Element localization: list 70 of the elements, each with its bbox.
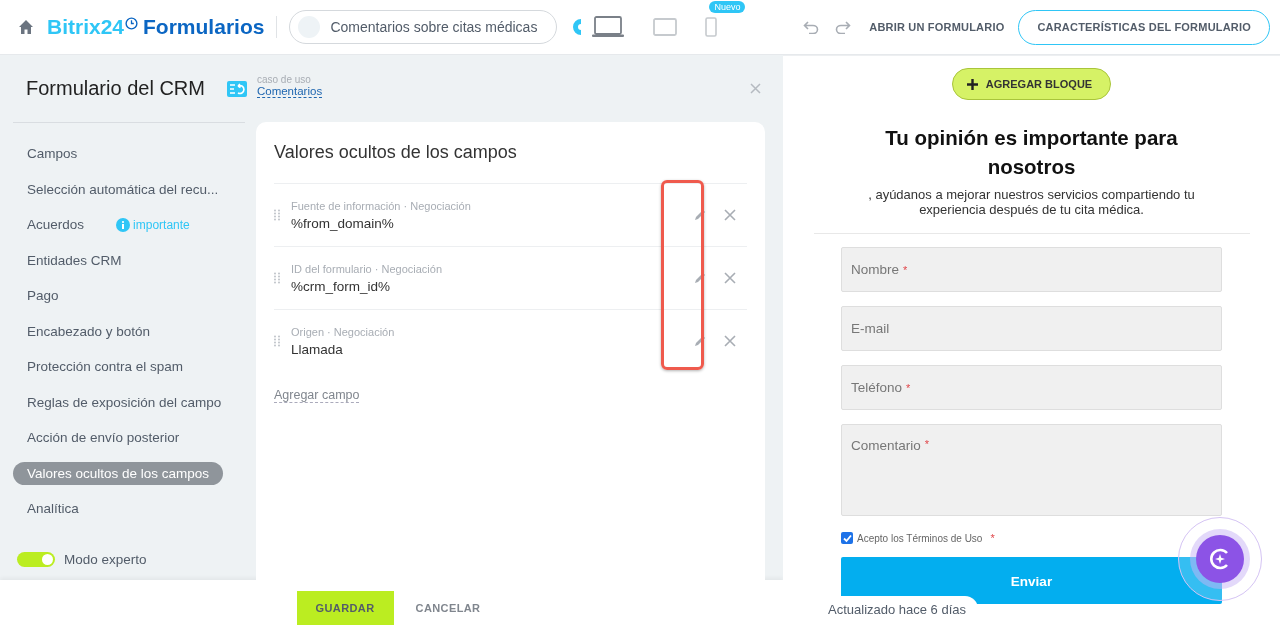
terms-checkbox[interactable] bbox=[841, 532, 853, 544]
new-badge: Nuevo bbox=[709, 1, 746, 13]
field-value: Llamada bbox=[291, 341, 344, 357]
panel-title: Formulario del CRM bbox=[26, 77, 205, 100]
required-mark: * bbox=[906, 381, 911, 394]
edit-button[interactable] bbox=[693, 271, 707, 285]
remove-button[interactable] bbox=[723, 208, 737, 222]
add-field-link[interactable]: Agregar campo bbox=[274, 388, 360, 403]
tablet-icon bbox=[653, 18, 678, 36]
device-button[interactable] bbox=[591, 16, 626, 38]
laptop-icon bbox=[591, 16, 626, 38]
field-placeholder: Teléfono bbox=[851, 380, 903, 395]
add-block-button[interactable]: AGREGAR BLOQUE bbox=[951, 68, 1112, 100]
sidebar-item[interactable]: Acción de envío posterior bbox=[13, 426, 194, 450]
sidebar-item[interactable]: Entidades CRM bbox=[13, 248, 136, 272]
input-field[interactable]: E-mail bbox=[841, 306, 1222, 351]
product-name: Formularios bbox=[143, 15, 265, 39]
field-label: ID del formulario · Negociación bbox=[291, 262, 443, 275]
edit-button[interactable] bbox=[693, 334, 707, 348]
sidebar-item[interactable]: Reglas de exposición del campo bbox=[13, 390, 236, 414]
form-features-button[interactable]: CARACTERÍSTICAS DEL FORMULARIO bbox=[1018, 9, 1270, 45]
card-title: Valores ocultos de los campos bbox=[274, 142, 518, 163]
sidebar-item[interactable]: Encabezado y botón bbox=[13, 319, 165, 343]
use-case-link[interactable]: Comentarios bbox=[256, 84, 323, 98]
expert-mode-label: Modo experto bbox=[64, 551, 147, 567]
drag-handle-icon[interactable] bbox=[274, 335, 280, 347]
clock-icon bbox=[125, 16, 139, 30]
sidebar-item[interactable]: Analítica bbox=[13, 497, 93, 521]
drag-handle-icon[interactable] bbox=[274, 272, 280, 284]
sidebar-item[interactable]: Selección automática del recu... bbox=[13, 177, 233, 201]
sidebar-item[interactable]: Campos bbox=[13, 142, 92, 166]
drag-handle-icon[interactable] bbox=[274, 209, 280, 221]
field-value: %crm_form_id% bbox=[291, 278, 392, 294]
remove-button[interactable] bbox=[723, 334, 737, 348]
loading-icon bbox=[573, 19, 582, 35]
form-heading: Tu opinión es importante para nosotros bbox=[884, 125, 1179, 180]
field-label: Fuente de información · Negociación bbox=[291, 199, 472, 212]
brand-name: Bitrix24 bbox=[47, 15, 125, 39]
sidebar-item[interactable]: Acuerdos bbox=[13, 213, 99, 237]
required-mark: * bbox=[924, 438, 930, 450]
edit-button[interactable] bbox=[693, 208, 707, 222]
use-case-label: caso de uso bbox=[256, 73, 312, 85]
field-placeholder: Nombre bbox=[851, 262, 899, 277]
use-case-icon bbox=[226, 80, 247, 97]
home-icon[interactable] bbox=[18, 19, 34, 35]
info-icon bbox=[116, 217, 131, 232]
redo-icon[interactable] bbox=[835, 20, 852, 34]
open-form-link[interactable]: ABRIR UN FORMULARIO bbox=[869, 21, 1005, 33]
field-label: Origen · Negociación bbox=[291, 325, 396, 338]
input-field[interactable]: Teléfono * bbox=[841, 365, 1222, 410]
terms-label: Acepto los Términos de Uso bbox=[857, 532, 983, 544]
sidebar-item[interactable]: Protección contra el spam bbox=[13, 355, 198, 379]
close-icon[interactable] bbox=[750, 83, 761, 94]
required-mark: * bbox=[903, 263, 908, 276]
sidebar-item[interactable]: Pago bbox=[13, 284, 73, 308]
comment-textarea[interactable]: Comentario * bbox=[841, 424, 1222, 516]
plus-icon bbox=[966, 78, 978, 90]
field-placeholder: Comentario bbox=[851, 438, 921, 453]
expert-mode-toggle[interactable] bbox=[17, 551, 55, 567]
field-placeholder: E-mail bbox=[851, 321, 890, 336]
input-field[interactable]: Nombre * bbox=[841, 247, 1222, 292]
undo-icon[interactable] bbox=[803, 20, 820, 34]
device-button[interactable] bbox=[653, 18, 678, 36]
phone-icon bbox=[705, 17, 718, 37]
save-button[interactable]: GUARDAR bbox=[296, 591, 394, 625]
cancel-button[interactable]: CANCELAR bbox=[409, 601, 487, 615]
form-subheading: , ayúdanos a mejorar nuestros servicios compartiendo tu experiencia después de tu cita médica. bbox=[867, 187, 1196, 217]
remove-button[interactable] bbox=[723, 271, 737, 285]
field-value: %from_domain% bbox=[291, 215, 395, 231]
required-mark: * bbox=[990, 532, 995, 544]
